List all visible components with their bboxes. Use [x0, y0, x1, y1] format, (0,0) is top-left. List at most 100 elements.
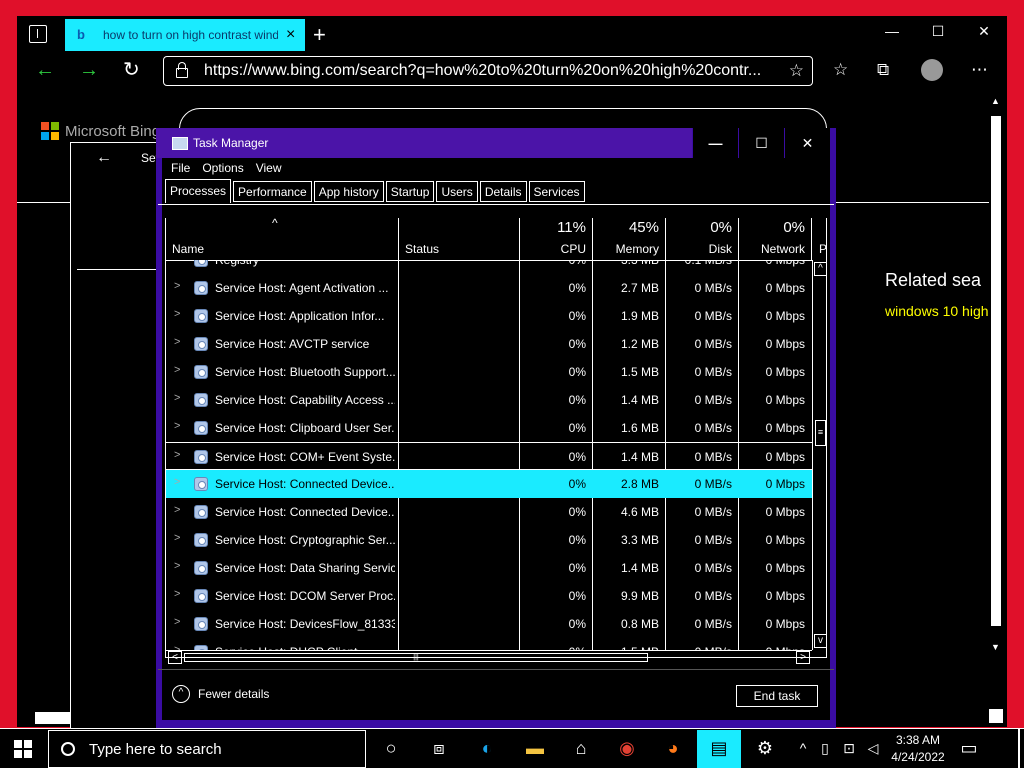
table-row[interactable]: > Service Host: Capability Access ... 0% 1.…	[166, 386, 812, 414]
close-tab-icon[interactable]: ×	[286, 26, 295, 44]
table-row[interactable]: >Service Host: DHCP Client0%1.5 MB0 MB/s…	[166, 638, 812, 650]
firefox-icon[interactable]: ◕	[660, 737, 686, 759]
page-hscroll-thumb[interactable]	[35, 712, 71, 724]
table-row[interactable]: > Service Host: Cryptographic Ser... 0% 3.3…	[166, 526, 812, 554]
collections-icon[interactable]: ⧉	[877, 60, 889, 80]
expand-chevron-icon[interactable]: >	[174, 616, 180, 628]
tab-details[interactable]: Details	[479, 181, 527, 202]
scroll-right-icon[interactable]: >	[796, 651, 810, 664]
horizontal-scroll-thumb[interactable]: |||	[184, 653, 648, 662]
add-favorite-icon[interactable]: ☆	[789, 61, 804, 81]
more-menu-icon[interactable]: ⋯	[971, 60, 988, 80]
table-row[interactable]: > Service Host: Connected Device... 0% 4.6 …	[166, 498, 812, 526]
minimize-window-button[interactable]: —	[869, 16, 915, 46]
scroll-down-icon[interactable]: ▼	[991, 642, 1000, 652]
expand-chevron-icon[interactable]: >	[174, 449, 180, 461]
expand-chevron-icon[interactable]: >	[174, 280, 180, 292]
expand-chevron-icon[interactable]: >	[174, 364, 180, 376]
table-row[interactable]: > Service Host: Clipboard User Ser... 0% 1.…	[166, 414, 812, 442]
column-power[interactable]: P	[811, 218, 827, 260]
tm-minimize-button[interactable]: —	[692, 128, 738, 158]
tab-services[interactable]: Services	[528, 181, 585, 202]
expand-chevron-icon[interactable]: >	[174, 392, 180, 404]
settings-gear-icon[interactable]: ⚙	[752, 737, 778, 759]
expand-chevron-icon[interactable]: >	[174, 504, 180, 516]
fewer-details-button[interactable]: ^ Fewer details	[172, 685, 269, 703]
expand-chevron-icon[interactable]: >	[174, 420, 180, 432]
tab-performance[interactable]: Performance	[233, 181, 312, 202]
scroll-left-icon[interactable]: <	[168, 651, 182, 664]
file-explorer-icon[interactable]: ▬	[522, 737, 548, 759]
lock-icon[interactable]	[176, 62, 188, 78]
table-row[interactable]: > Service Host: Agent Activation ... 0% 2.7…	[166, 274, 812, 302]
expand-chevron-icon[interactable]: >	[174, 560, 180, 572]
maximize-window-button[interactable]: ☐	[915, 16, 961, 46]
scrollbar-thumb[interactable]	[991, 116, 1001, 626]
expand-chevron-icon[interactable]: >	[174, 260, 180, 264]
close-window-button[interactable]: ✕	[961, 16, 1007, 46]
tab-users[interactable]: Users	[436, 181, 478, 202]
column-status[interactable]: Status	[398, 218, 519, 260]
table-row[interactable]: > Registry 0% 3.3 MB 0.1 MB/s 0 Mbps	[166, 260, 812, 274]
back-arrow-icon[interactable]: ←	[35, 60, 55, 80]
column-cpu[interactable]: 11% CPU	[519, 218, 592, 260]
table-row[interactable]: > Service Host: DCOM Server Proc... 0% 9.9 …	[166, 582, 812, 610]
scroll-up-icon[interactable]: ^	[814, 262, 827, 276]
menu-options[interactable]: Options	[202, 161, 243, 175]
table-horizontal-scrollbar[interactable]: < ||| >	[166, 650, 812, 664]
table-row[interactable]: > Service Host: Data Sharing Service 0% 1.4…	[166, 554, 812, 582]
cortana-icon[interactable]: ○	[378, 737, 404, 759]
scroll-down-icon[interactable]: v	[814, 634, 827, 648]
address-bar[interactable]: https://www.bing.com/search?q=how%20to%2…	[163, 56, 813, 86]
tab-processes[interactable]: Processes	[165, 179, 232, 203]
expand-chevron-icon[interactable]: >	[174, 308, 180, 320]
forward-arrow-icon[interactable]: →	[79, 60, 99, 80]
related-search-link[interactable]: windows 10 high	[885, 303, 1005, 329]
profile-avatar[interactable]	[921, 59, 943, 81]
scrollbar-thumb[interactable]: ≡	[815, 420, 826, 446]
end-task-button[interactable]: End task	[736, 685, 818, 707]
bing-logo[interactable]: Microsoft Bing	[41, 122, 160, 140]
table-row[interactable]: > Service Host: Bluetooth Support... 0% 1.5…	[166, 358, 812, 386]
page-scrollbar[interactable]: ▲ ▼	[989, 96, 1003, 656]
tablet-icon[interactable]: ▯	[812, 737, 838, 759]
column-memory[interactable]: 45% Memory	[592, 218, 665, 260]
network-icon[interactable]: ⊡	[836, 737, 862, 759]
tm-close-button[interactable]: ✕	[784, 128, 830, 158]
table-row[interactable]: > Service Host: AVCTP service 0% 1.2 MB 0 MB…	[166, 330, 812, 358]
scroll-up-icon[interactable]: ▲	[991, 96, 1000, 106]
column-disk[interactable]: 0% Disk	[665, 218, 738, 260]
column-network[interactable]: 0% Network	[738, 218, 811, 260]
tab-startup[interactable]: Startup	[385, 181, 435, 202]
task-view-icon[interactable]: ⧈	[426, 737, 452, 759]
task-manager-titlebar[interactable]: Task Manager — ☐ ✕	[156, 128, 830, 158]
taskbar-search-box[interactable]: Type here to search	[48, 730, 366, 768]
browser-tab-active[interactable]: b how to turn on high contrast windows 1…	[65, 19, 305, 51]
column-name[interactable]: Name	[166, 218, 398, 260]
table-vertical-scrollbar[interactable]: ^ ≡ v	[812, 260, 828, 650]
tab-actions-icon[interactable]	[29, 25, 47, 43]
store-icon[interactable]: ⌂	[568, 737, 594, 759]
edge-icon[interactable]: ◐	[474, 737, 500, 759]
expand-chevron-icon[interactable]: >	[174, 336, 180, 348]
tm-maximize-button[interactable]: ☐	[738, 128, 784, 158]
show-desktop-button[interactable]	[1018, 729, 1020, 768]
url-text[interactable]: https://www.bing.com/search?q=how%20to%2…	[204, 62, 774, 80]
expand-chevron-icon[interactable]: >	[174, 476, 180, 488]
table-row[interactable]: > Service Host: Application Infor... 0% 1.9…	[166, 302, 812, 330]
tab-app-history[interactable]: App history	[313, 181, 384, 202]
action-center-icon[interactable]: ▭	[956, 737, 982, 759]
table-row[interactable]: > Service Host: COM+ Event Syste... 0% 1.4 …	[166, 442, 812, 470]
expand-chevron-icon[interactable]: >	[174, 532, 180, 544]
expand-chevron-icon[interactable]: >	[174, 588, 180, 600]
task-manager-taskbar-icon[interactable]: ▤	[706, 737, 732, 759]
system-clock[interactable]: 3:38 AM 4/24/2022	[882, 732, 954, 766]
menu-view[interactable]: View	[256, 161, 282, 175]
settings-back-icon[interactable]: ←	[96, 149, 112, 167]
table-row[interactable]: > Service Host: DevicesFlow_81333 0% 0.8 MB…	[166, 610, 812, 638]
table-row[interactable]: > Service Host: Connected Device... 0% 2.8 …	[166, 470, 812, 498]
chrome-icon[interactable]: ◉	[614, 737, 640, 759]
start-button[interactable]	[14, 740, 32, 758]
refresh-icon[interactable]: ↻	[123, 60, 140, 80]
new-tab-icon[interactable]: +	[313, 22, 326, 48]
